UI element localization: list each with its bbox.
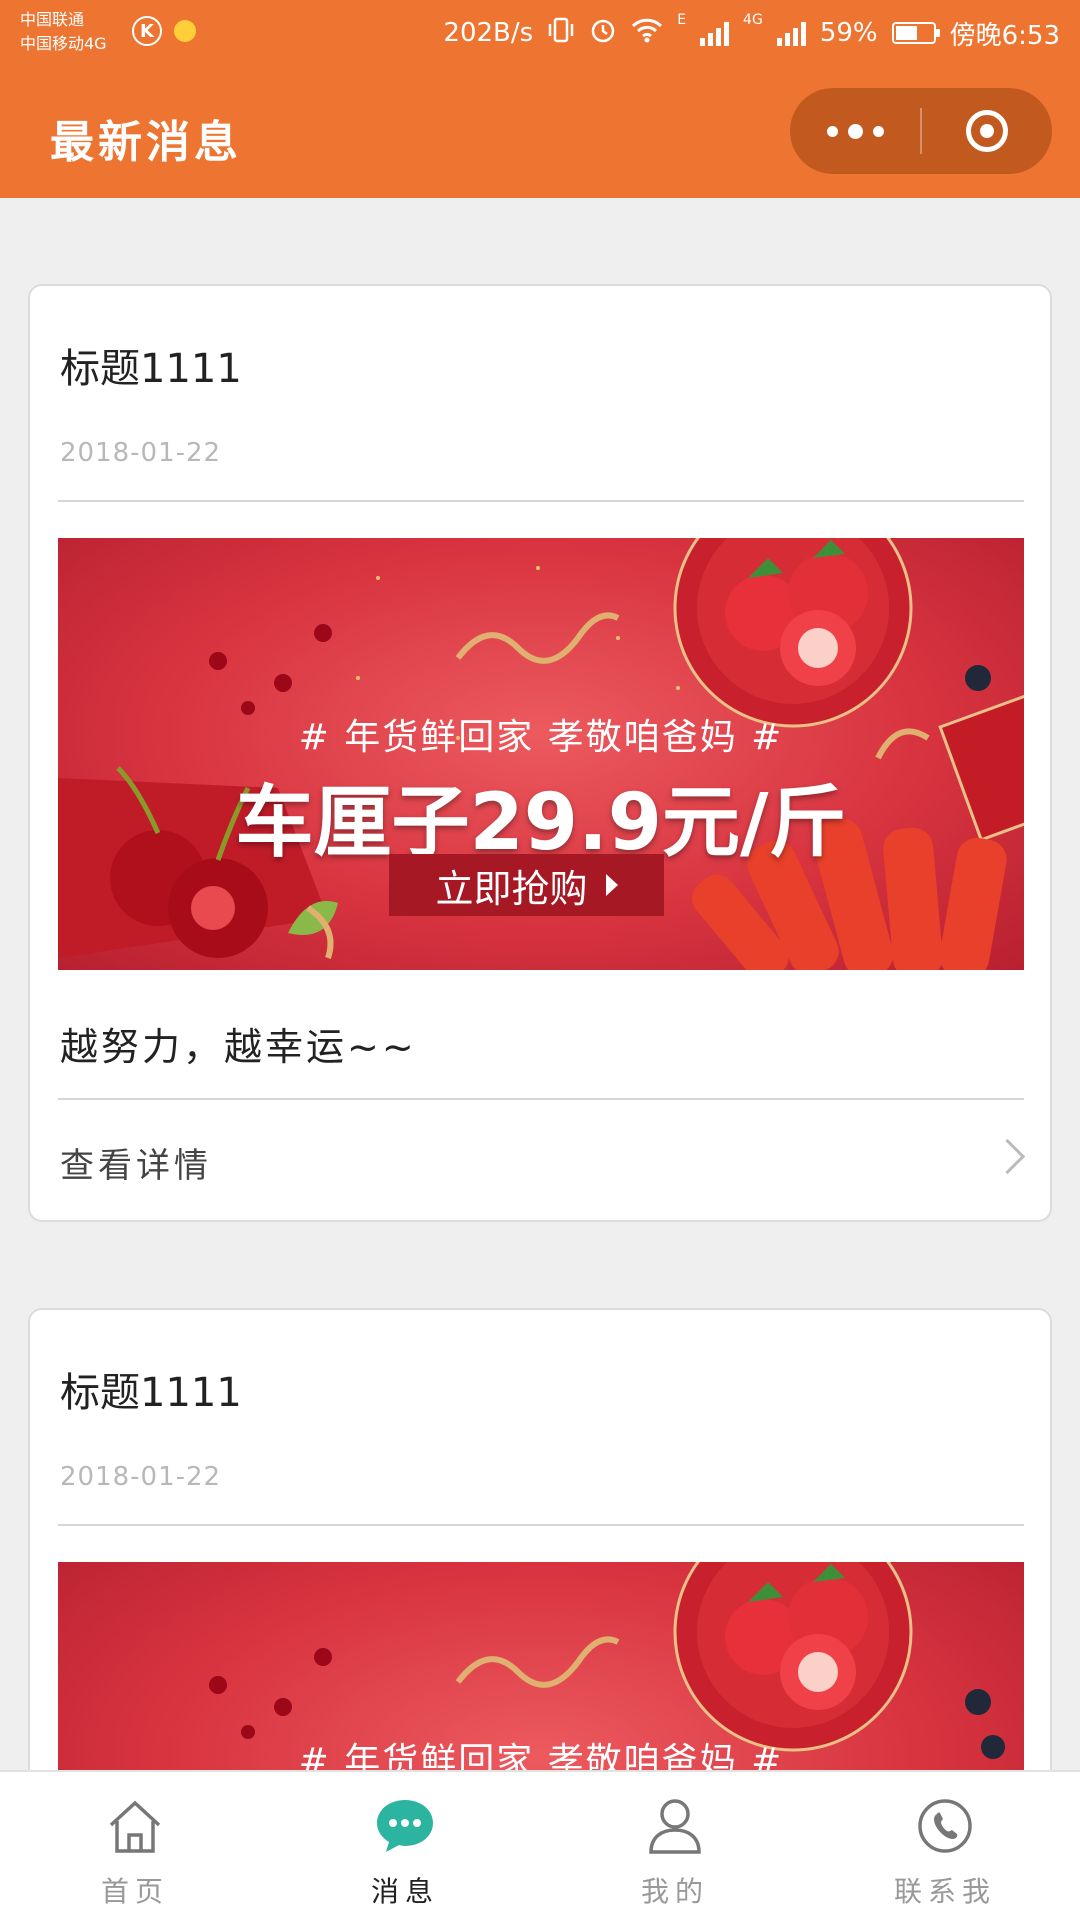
- alarm-icon: [589, 16, 617, 51]
- notification-dot-icon: [174, 20, 196, 42]
- tab-contact[interactable]: 联系我: [810, 1772, 1080, 1922]
- carrier-1: 中国联通: [20, 10, 85, 29]
- banner-subtitle: # 年货鲜回家 孝敬咱爸妈 #: [298, 717, 784, 758]
- clock: 傍晚6:53: [949, 20, 1060, 51]
- more-dots-icon: [826, 123, 884, 139]
- play-arrow-icon: [605, 874, 618, 896]
- divider: [58, 1524, 1024, 1526]
- signal-icon: [700, 20, 730, 46]
- phone-icon: [913, 1794, 977, 1858]
- tab-home-label: 首页: [100, 1875, 169, 1908]
- notification-icons: K: [132, 16, 196, 46]
- tab-message[interactable]: 消息: [270, 1772, 540, 1922]
- message-card[interactable]: 标题1111 2018-01-22 # 年货鲜回家 孝敬咱爸妈 #: [28, 1308, 1052, 1770]
- tab-message-label: 消息: [370, 1875, 439, 1908]
- tab-bar: 首页 消息 我的 联系我: [0, 1770, 1080, 1922]
- buy-now-label: 立即抢购: [435, 866, 588, 911]
- network-type-e: E: [677, 12, 687, 28]
- card-title: 标题1111: [60, 346, 242, 392]
- network-type-4g: 4G: [743, 12, 763, 28]
- view-details-label: 查看详情: [60, 1146, 212, 1186]
- user-icon: [643, 1794, 707, 1858]
- promo-banner[interactable]: # 年货鲜回家 孝敬咱爸妈 # 车厘子29.9元/斤 立即抢购: [58, 538, 1024, 970]
- status-bar: 中国联通 中国移动4G K 202B/s E 4G 59% 傍晚6:53: [0, 0, 1080, 66]
- banner-subtitle: # 年货鲜回家 孝敬咱爸妈 #: [298, 1741, 784, 1770]
- divider: [58, 500, 1024, 502]
- close-mini-program-button[interactable]: [922, 88, 1052, 174]
- more-button[interactable]: [790, 88, 920, 174]
- network-speed: 202B/s: [443, 18, 534, 48]
- vibrate-icon: [547, 16, 575, 51]
- k-app-icon: K: [132, 16, 162, 46]
- view-details-link[interactable]: 查看详情: [30, 1100, 1050, 1220]
- nav-bar: 最新消息: [0, 66, 1080, 198]
- wifi-icon: [631, 17, 663, 50]
- card-title: 标题1111: [60, 1370, 242, 1416]
- message-list[interactable]: 标题1111 2018-01-22 # 年货鲜回家 孝敬咱爸妈 # 车厘子29.…: [0, 198, 1080, 1770]
- status-indicators: 202B/s E 4G 59% 傍晚6:53: [443, 12, 1060, 54]
- tab-home[interactable]: 首页: [0, 1772, 270, 1922]
- signal-icon-2: [776, 20, 806, 46]
- buy-now-button[interactable]: 立即抢购: [389, 854, 664, 916]
- card-date: 2018-01-22: [60, 1462, 222, 1492]
- mini-program-capsule: [790, 88, 1052, 174]
- carrier-2: 中国移动4G: [20, 34, 107, 53]
- promo-banner[interactable]: # 年货鲜回家 孝敬咱爸妈 #: [58, 1562, 1024, 1770]
- target-icon: [966, 110, 1008, 152]
- card-date: 2018-01-22: [60, 438, 222, 468]
- message-icon: [373, 1794, 437, 1858]
- tab-mine[interactable]: 我的: [540, 1772, 810, 1922]
- chevron-right-icon: [989, 1138, 1026, 1175]
- message-card[interactable]: 标题1111 2018-01-22 # 年货鲜回家 孝敬咱爸妈 # 车厘子29.…: [28, 284, 1052, 1222]
- tab-contact-label: 联系我: [893, 1875, 996, 1908]
- battery-icon: [891, 22, 940, 44]
- card-text: 越努力，越幸运~~: [60, 1025, 417, 1069]
- battery-percent: 59%: [819, 18, 878, 48]
- page-title: 最新消息: [50, 117, 242, 168]
- tab-mine-label: 我的: [640, 1875, 709, 1908]
- carrier-info: 中国联通 中国移动4G: [20, 8, 107, 56]
- home-icon: [103, 1794, 167, 1858]
